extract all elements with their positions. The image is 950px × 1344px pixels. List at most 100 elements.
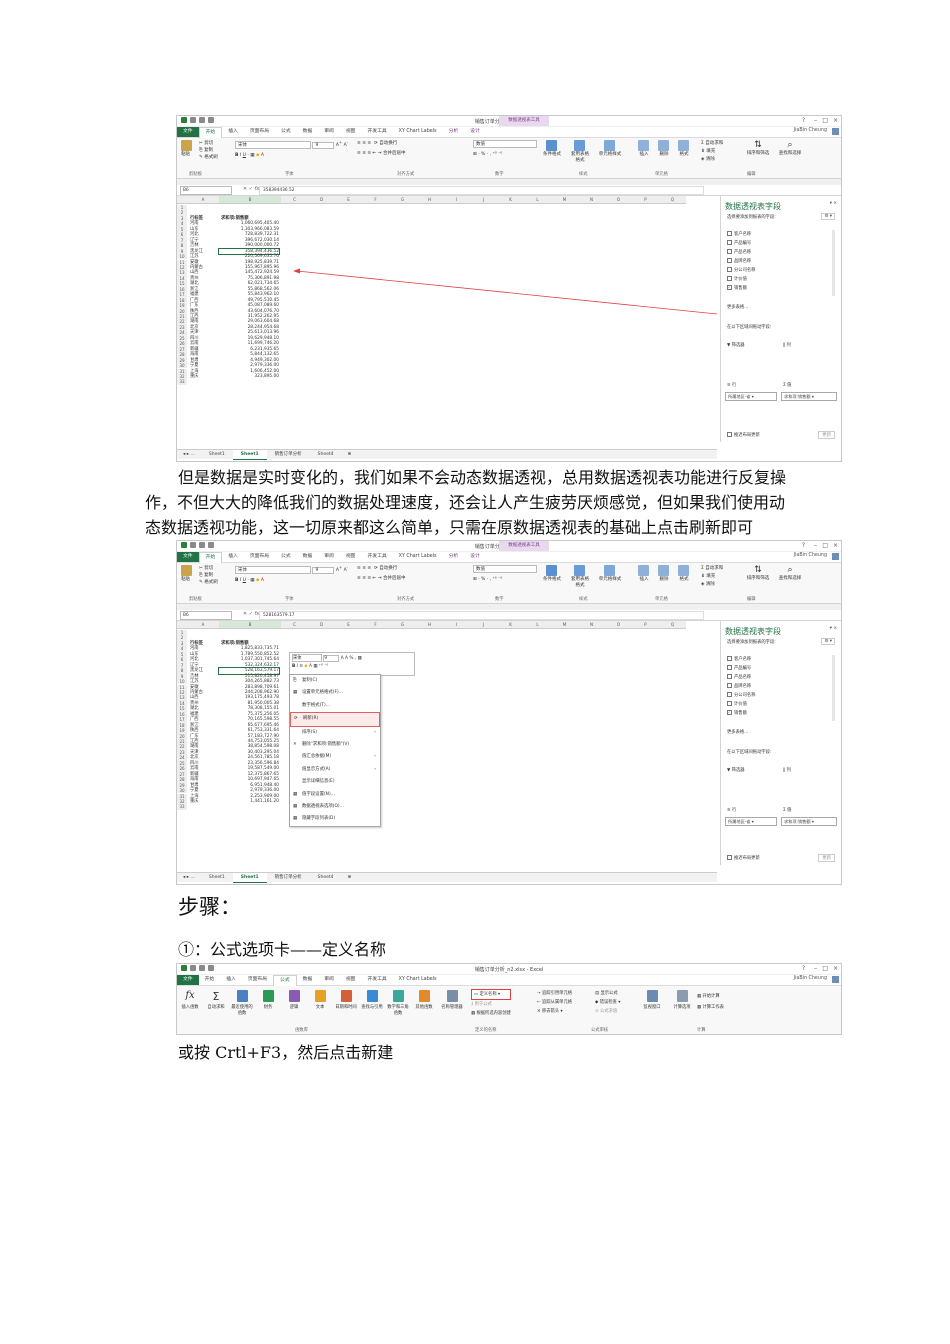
font-name-select[interactable]: 宋体 [235,140,311,149]
fx-icon[interactable]: ✕ ✓ fx [243,186,259,192]
tab-page-layout[interactable]: 页面布局 [244,127,275,137]
context-menu-item[interactable]: 数字格式(T)... [290,700,380,712]
sheet-tab-sales[interactable]: 销售订单分析 [267,450,310,459]
context-menu-item[interactable]: 排序(S) › [290,727,380,739]
insert-function-button[interactable]: fx 插入函数 [179,990,201,1010]
tab-home[interactable]: 开始 [198,126,223,138]
tab-review[interactable]: 审阅 [318,975,340,985]
defer-update-checkbox[interactable]: 推迟布局更新 [727,855,760,861]
calc-options-button[interactable]: 计算选项 [671,990,693,1010]
minimize-icon[interactable]: – [814,542,817,549]
tab-analyze[interactable]: 分析 [443,127,465,137]
table-format-button[interactable]: 套用表格格式 [569,565,591,588]
pane-settings-icon[interactable]: ⚙ ▾ [821,213,835,220]
copy-button[interactable]: ⎘ 复制 [199,147,218,154]
name-box[interactable]: B6 [180,186,232,195]
tab-insert[interactable]: 插入 [222,127,244,137]
pivot-field-checkbox[interactable]: 产品名称 [727,674,751,680]
cut-button[interactable]: ✂ 剪切 [199,140,218,147]
mini-color-icon[interactable]: A [309,664,312,669]
column-header[interactable]: H [416,196,443,204]
borders-icon[interactable]: ▦ [250,153,254,158]
help-icon[interactable]: ? [802,542,805,549]
pivot-field-checkbox[interactable]: 品牌名称 [727,683,751,689]
bold-button[interactable]: B [235,578,238,583]
tab-data[interactable]: 数据 [297,127,319,137]
more-tables-link[interactable]: 更多表格... [727,304,748,310]
minimize-icon[interactable]: – [814,965,817,972]
tab-developer[interactable]: 开发工具 [361,552,392,562]
checkbox-icon[interactable] [727,432,732,437]
context-menu-item[interactable]: 显示详细信息(E) [290,776,380,788]
checkbox-icon[interactable]: ✓ [727,710,732,715]
tab-view[interactable]: 视图 [340,975,362,985]
fill-button[interactable]: ⬇ 填充 [701,148,723,156]
sheet-nav-icons[interactable]: ◂ ▸ … [177,875,201,880]
format-cells-button[interactable]: 格式 [677,565,691,582]
pivot-value[interactable]: 323,895.00 [219,374,279,379]
recent-functions-button[interactable]: 最近使用的函数 [231,990,253,1016]
font-size-select[interactable]: 9 [312,566,335,574]
delete-cells-button[interactable]: 删除 [657,565,671,582]
pivot-field-checkbox[interactable]: 产品编号 [727,240,751,246]
context-menu-item[interactable]: ▦ 隐藏字段列表(D) [290,813,380,825]
decrease-font-icon[interactable]: A- [344,565,348,573]
pivot-field-checkbox[interactable]: 品牌名称 [727,258,751,264]
tab-view[interactable]: 视图 [340,552,362,562]
tab-developer[interactable]: 开发工具 [361,127,392,137]
show-formulas-button[interactable]: ▤ 显示公式 [595,989,620,998]
context-menu-item[interactable]: ▦ 值字段设置(N)... [290,789,380,801]
column-header[interactable]: H [416,621,443,629]
column-header[interactable]: G [389,621,416,629]
fill-color-icon[interactable]: ◆ [256,153,259,158]
tab-data[interactable]: 数据 [297,552,319,562]
name-box[interactable]: B6 [180,611,232,620]
sort-filter-button[interactable]: ⇅ 排序和筛选 [745,565,771,581]
sheet-tab-sheet4[interactable]: Sheet4 [310,873,342,882]
fill-color-icon[interactable]: ◆ [256,578,259,583]
column-header[interactable]: N [578,196,605,204]
trace-dependents-button[interactable]: ⇠ 追踪从属单元格 [537,998,572,1007]
context-menu-item[interactable]: ▦ 数据透视表选项(O)... [290,801,380,813]
tab-file[interactable]: 文件 [177,975,199,985]
autosum-button[interactable]: Σ 自动求和 [701,140,723,148]
sheet-tab-sheet1[interactable]: Sheet1 [201,450,233,459]
column-header[interactable]: P [632,196,659,204]
tab-review[interactable]: 审阅 [318,127,340,137]
tab-developer[interactable]: 开发工具 [361,975,392,985]
increase-font-icon[interactable]: A+ [336,565,342,573]
checkbox-icon[interactable] [727,240,732,245]
column-header[interactable]: B [219,621,281,629]
column-header[interactable]: C [281,196,308,204]
insert-cells-button[interactable]: 插入 [637,140,651,157]
column-header[interactable]: A [187,196,219,204]
checkbox-icon[interactable] [727,249,732,254]
column-header[interactable]: C [281,621,308,629]
column-header[interactable]: J [470,621,497,629]
mini-fill-icon[interactable]: ◆ [304,664,307,669]
italic-button[interactable]: I [240,578,241,583]
close-icon[interactable]: × [833,542,838,549]
clear-button[interactable]: ◈ 清除 [701,581,723,589]
tab-formulas[interactable]: 公式 [273,974,297,986]
merge-center-button[interactable]: 合并后居中 [383,151,406,156]
values-field-dropdown[interactable]: 求和项:销售额 ▾ [781,817,837,826]
checkbox-icon[interactable] [727,656,732,661]
name-manager-button[interactable]: 名称管理器 [441,990,463,1010]
column-header[interactable]: D [308,621,335,629]
select-all-corner[interactable] [177,196,187,204]
column-header[interactable]: B [219,196,281,204]
user-name[interactable]: JiaBin Cheung [794,553,827,558]
help-icon[interactable]: ? [802,965,805,972]
context-menu-item[interactable]: ▦ 设置单元格格式(F)... [290,687,380,699]
watch-window-button[interactable]: 监视窗口 [641,990,663,1010]
datetime-button[interactable]: 日期和时间 [335,990,357,1010]
avatar[interactable] [832,128,839,135]
column-header[interactable]: E [335,196,362,204]
sheet-tab-sales[interactable]: 销售订单分析 [267,873,310,882]
use-in-formula-button[interactable]: ⨍ 用于公式 [471,1000,511,1009]
maximize-icon[interactable]: □ [822,965,828,972]
logical-button[interactable]: 逻辑 [283,990,305,1010]
table-format-button[interactable]: 套用表格格式 [569,140,591,163]
pivot-row-label[interactable]: 重庆 [190,799,199,804]
